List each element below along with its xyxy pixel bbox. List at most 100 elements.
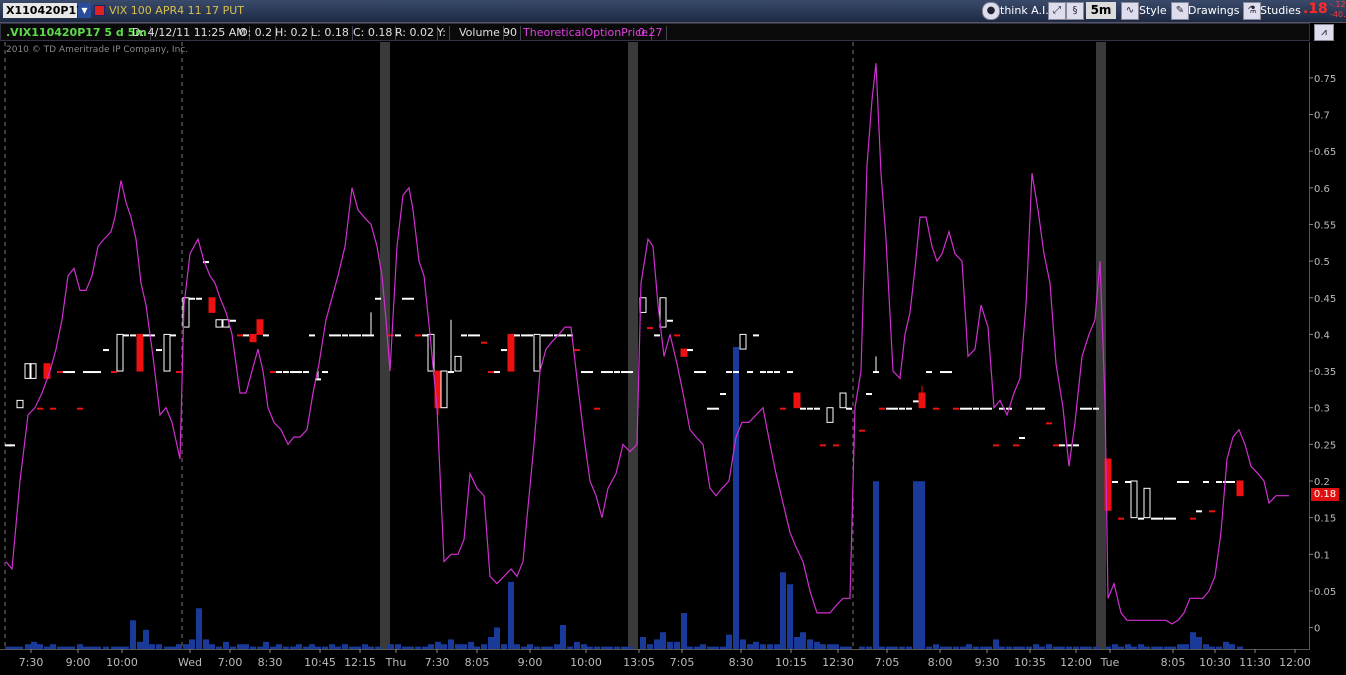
candle	[533, 333, 541, 372]
candle	[388, 334, 394, 337]
candle	[335, 334, 341, 337]
candle	[422, 334, 428, 337]
volume-bar	[820, 644, 826, 649]
x-tick-label: 8:05	[1161, 656, 1186, 669]
candle	[1073, 444, 1079, 447]
volume-bar	[980, 646, 986, 649]
copyright-notice: 2010 © TD Ameritrade IP Company, Inc.	[6, 45, 189, 55]
volume-bar	[223, 641, 229, 649]
volume-bar	[1066, 646, 1072, 649]
candle	[1177, 481, 1183, 483]
y-tick-label: 0.4	[1314, 330, 1330, 341]
candle	[1125, 481, 1131, 483]
candle	[415, 334, 421, 337]
volume-bar	[614, 646, 620, 649]
volume-bar	[50, 644, 56, 649]
volume-bar	[1039, 646, 1045, 649]
volume-bar	[315, 646, 321, 649]
volume-bar	[1080, 646, 1086, 649]
candle	[966, 407, 972, 410]
candle	[1196, 510, 1202, 513]
y-tick-label: 0.45	[1314, 294, 1336, 305]
volume-bar	[1216, 646, 1222, 649]
candle	[621, 371, 627, 374]
candle	[1080, 407, 1086, 410]
volume-bar	[521, 646, 527, 649]
volume-bar	[906, 646, 912, 649]
volume-bar	[534, 646, 540, 649]
candle	[156, 349, 162, 352]
volume-bar	[494, 627, 500, 649]
volume-bar	[547, 646, 553, 649]
volume-bar	[402, 646, 408, 649]
candle	[329, 334, 335, 337]
volume-bar	[415, 646, 421, 649]
volume-bar	[607, 646, 613, 649]
volume-bar	[647, 644, 653, 649]
x-tick-label: 8:30	[729, 656, 754, 669]
volume-bar	[111, 646, 117, 649]
x-tick-label: 13:05	[623, 656, 655, 669]
volume-bar	[448, 639, 454, 649]
volume-bar	[846, 646, 852, 649]
candle	[1143, 487, 1151, 519]
candle	[454, 355, 462, 372]
volume-bar	[44, 646, 50, 649]
candle	[111, 371, 117, 374]
volume-bar	[422, 646, 428, 649]
x-axis-line	[0, 649, 1310, 650]
candle	[375, 297, 381, 300]
candle	[1183, 481, 1189, 483]
volume-bar	[83, 646, 89, 649]
candle	[1046, 422, 1052, 425]
volume-bar	[667, 641, 673, 649]
candle	[309, 334, 315, 337]
candle	[694, 371, 700, 374]
y-tick-label: 0.65	[1314, 147, 1336, 158]
volume-bar	[209, 644, 215, 649]
volume-bar	[11, 646, 17, 649]
volume-bar	[1131, 646, 1137, 649]
volume-bar	[694, 646, 700, 649]
volume-bar	[156, 644, 162, 649]
volume-bar	[270, 646, 276, 649]
volume-bar	[940, 646, 946, 649]
volume-bar	[176, 644, 182, 649]
volume-bar	[892, 646, 898, 649]
volume-bar	[375, 646, 381, 649]
session-separator	[628, 42, 638, 649]
volume-bar	[117, 646, 123, 649]
x-tick-label: 11:30	[1239, 656, 1271, 669]
candle	[986, 407, 992, 410]
y-tick-label: 0.3	[1314, 404, 1330, 415]
volume-bar	[143, 629, 149, 649]
volume-bar	[700, 644, 706, 649]
candle	[826, 407, 834, 423]
volume-bar	[257, 646, 263, 649]
candle	[1190, 517, 1196, 520]
candle	[926, 371, 932, 374]
y-tick-label: 0.7	[1314, 111, 1330, 122]
volume-bar	[601, 646, 607, 649]
volume-bar	[541, 646, 547, 649]
volume-bar	[189, 639, 195, 649]
volume-bar	[368, 646, 374, 649]
candle	[494, 371, 500, 374]
candle	[1130, 480, 1138, 519]
candle	[83, 371, 89, 374]
volume-bar	[349, 646, 355, 649]
volume-bar	[395, 644, 401, 649]
candle	[940, 371, 946, 374]
volume-bar	[1073, 646, 1079, 649]
volume-bar	[388, 644, 394, 649]
x-tick-label: 10:45	[304, 656, 336, 669]
candle	[1157, 517, 1163, 520]
volume-bar	[508, 581, 514, 649]
volume-bar	[654, 639, 660, 649]
volume-bar	[335, 646, 341, 649]
volume-bar	[1112, 644, 1118, 649]
volume-bar	[1223, 641, 1229, 649]
price-chart[interactable]: 0.75 0.7 0.65 0.6 0.55 0.5 0.45 0.4 0.35 0.3 0.25 0…	[0, 0, 1346, 675]
y-tick-label: 0.1	[1314, 550, 1330, 561]
candle	[57, 371, 63, 374]
